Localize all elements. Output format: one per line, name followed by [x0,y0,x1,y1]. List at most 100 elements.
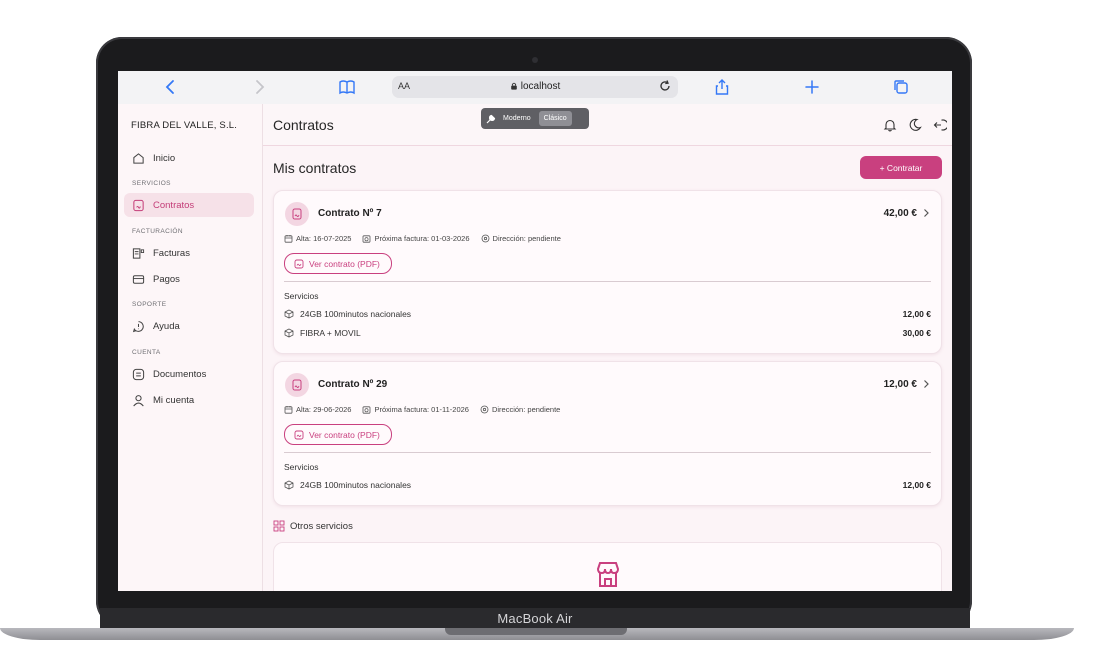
sidebar-section-cuenta: CUENTA [132,349,161,356]
sidebar-item-contratos[interactable]: Contratos [124,193,254,217]
grid-icon [273,520,285,532]
sidebar: FIBRA DEL VALLE, S.L. Inicio SERVICIOS C… [118,104,263,591]
company-name: FIBRA DEL VALLE, S.L. [131,120,238,131]
view-contract-pdf-button[interactable]: Ver contrato (PDF) [284,424,392,445]
service-row: FIBRA + MOVIL 30,00 € [284,328,931,340]
pdf-button-label: Ver contrato (PDF) [309,429,380,440]
meta-alta-text: Alta: 29-06-2026 [296,405,352,414]
contract-icon [292,379,302,391]
package-icon [284,309,294,319]
user-icon [133,394,144,406]
meta-direccion-text: Dirección: pendiente [491,405,561,414]
services-label: Servicios [284,291,319,301]
reload-icon[interactable] [658,79,672,93]
bookmarks-icon[interactable] [338,78,356,96]
calendar-clock-icon [363,406,371,414]
pdf-button-label: Ver contrato (PDF) [309,258,380,269]
contract-icon [292,208,302,220]
contract-title: Contrato Nº 29 [318,379,388,390]
main-content: Contratos Moderno Clásico Mis contratos … [263,104,952,591]
package-icon [284,480,294,490]
page-title: Contratos [273,117,334,133]
others-section-title: Otros servicios [273,520,353,532]
sidebar-item-mi-cuenta[interactable]: Mi cuenta [124,388,254,412]
section-title: Mis contratos [273,160,357,176]
laptop-chin: MacBook Air [100,608,970,630]
back-icon[interactable] [162,78,180,96]
contratar-button[interactable]: + Contratar [860,156,942,179]
calendar-icon [284,235,293,243]
view-contract-pdf-button[interactable]: Ver contrato (PDF) [284,253,392,274]
contract-card-icon [285,202,309,226]
browser-toolbar: AA localhost [118,71,952,105]
toggle-option-clasico[interactable]: Clásico [538,111,572,126]
meta-proxima-text: Próxima factura: 01-11-2026 [374,405,469,414]
sidebar-section-soporte: SOPORTE [132,301,167,308]
contract-meta: Alta: 16-07-2025 Próxima factura: 01-03-… [284,234,572,243]
sidebar-item-label: Mi cuenta [153,394,195,406]
chevron-right-icon[interactable] [921,208,931,218]
divider [284,281,931,282]
meta-proxima-factura: Próxima factura: 01-11-2026 [362,405,469,414]
service-name: FIBRA + MOVIL [300,328,361,338]
contract-icon [133,199,144,211]
calendar-icon [284,406,293,414]
forward-icon[interactable] [250,78,268,96]
meta-direccion-text: Dirección: pendiente [492,234,561,243]
service-name: 24GB 100minutos nacionales [300,480,412,490]
contract-card[interactable]: Contrato Nº 7 42,00 € Alta: 16-07-2025 P… [273,190,942,354]
sidebar-item-label: Facturas [153,247,190,259]
theme-style-toggle[interactable]: Moderno Clásico [481,108,589,129]
sidebar-item-label: Contratos [153,199,195,211]
tabs-overview-icon[interactable] [892,78,910,96]
contract-price: 42,00 € [883,208,917,219]
chevron-right-icon[interactable] [921,379,931,389]
moon-icon[interactable] [908,118,922,132]
service-name: 24GB 100minutos nacionales [300,309,412,319]
lock-icon [510,82,517,90]
others-card[interactable] [273,542,942,591]
meta-proxima-text: Próxima factura: 01-03-2026 [374,234,470,243]
wrench-icon [486,114,496,123]
bell-icon[interactable] [883,118,897,132]
store-icon [596,562,620,587]
service-price: 12,00 € [902,480,931,490]
new-tab-icon[interactable] [803,78,821,96]
service-row: 24GB 100minutos nacionales 12,00 € [284,480,931,492]
pdf-file-icon [294,259,304,268]
toggle-option-moderno[interactable]: Moderno [503,115,531,122]
sidebar-item-ayuda[interactable]: Ayuda [124,314,254,338]
contract-card[interactable]: Contrato Nº 29 12,00 € Alta: 29-06-2026 … [273,361,942,506]
service-price: 12,00 € [902,309,931,319]
divider [284,452,931,453]
others-title-label: Otros servicios [290,520,353,532]
meta-proxima-factura: Próxima factura: 01-03-2026 [362,234,470,243]
contract-meta: Alta: 29-06-2026 Próxima factura: 01-11-… [284,405,571,414]
sidebar-section-facturacion: FACTURACIÓN [132,228,183,235]
screen: AA localhost FIBRA DEL VALLE, S.L. Inici… [118,71,952,591]
contract-price: 12,00 € [883,379,917,390]
service-row: 24GB 100minutos nacionales 12,00 € [284,309,931,321]
package-icon [284,328,294,338]
sidebar-item-facturas[interactable]: Facturas [124,241,254,265]
card-icon [132,274,145,284]
sidebar-item-pagos[interactable]: Pagos [124,267,254,291]
logout-icon[interactable] [933,118,947,132]
address-bar[interactable]: AA localhost [392,76,678,98]
document-icon [132,368,145,380]
share-icon[interactable] [713,78,731,96]
meta-alta: Alta: 16-07-2025 [284,234,351,243]
home-icon [133,152,144,164]
contract-card-icon [285,373,309,397]
invoice-icon [132,247,145,259]
service-price: 30,00 € [902,328,931,338]
pdf-file-icon [294,430,304,439]
location-pin-icon [481,234,489,243]
sidebar-section-servicios: SERVICIOS [132,180,171,187]
sidebar-item-label: Pagos [153,273,180,285]
sidebar-item-documentos[interactable]: Documentos [124,362,254,386]
meta-alta: Alta: 29-06-2026 [284,405,351,414]
sidebar-item-inicio[interactable]: Inicio [124,146,254,170]
laptop-notch [445,628,627,635]
services-label: Servicios [284,462,319,472]
